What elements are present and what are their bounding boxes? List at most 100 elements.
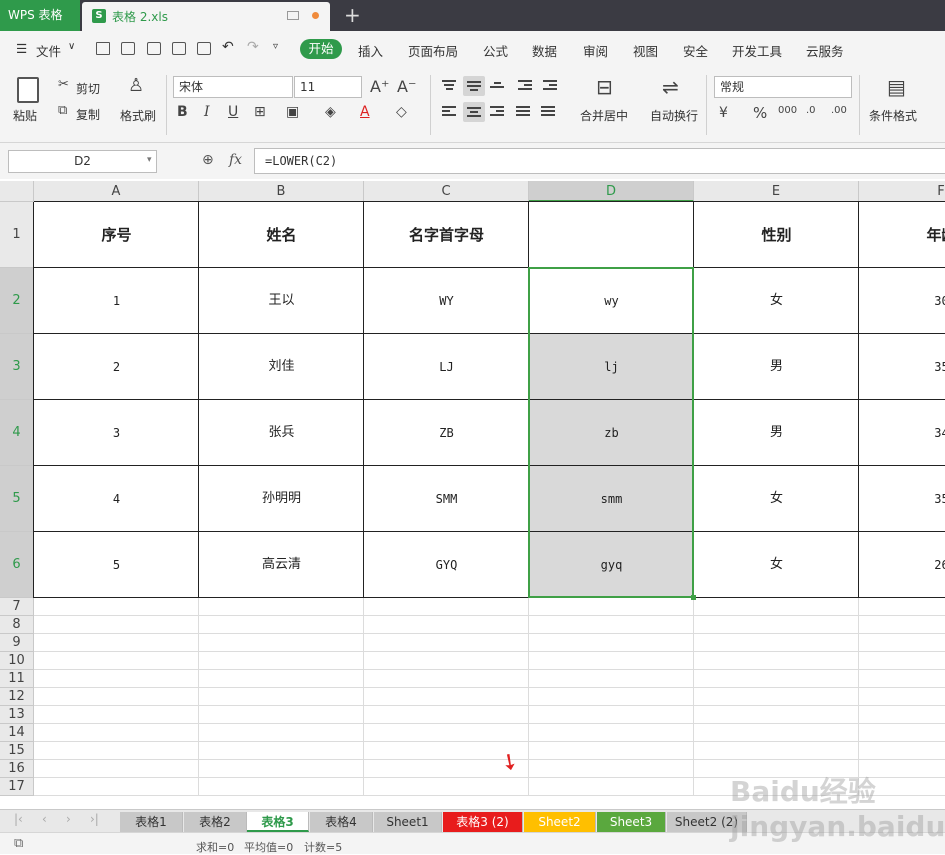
- sheet-tab[interactable]: 表格2: [184, 812, 247, 832]
- spreadsheet-grid[interactable]: A B C D E F 1 2 3 4 5 6 7 8 9 10 11 12 13 14 15 16 17 序号 姓名 名字首字母…: [0, 181, 945, 809]
- name-box[interactable]: D2: [8, 150, 157, 173]
- font-name-select[interactable]: 宋体: [173, 76, 293, 98]
- number-format-select[interactable]: 常规: [714, 76, 852, 98]
- percent-icon[interactable]: %: [753, 104, 767, 122]
- cell-f2[interactable]: 30: [859, 268, 945, 334]
- sheet-tab[interactable]: 表格3: [247, 812, 309, 832]
- conditional-format-button[interactable]: 条件格式: [869, 107, 917, 124]
- cell-b4[interactable]: 张兵: [199, 400, 364, 466]
- distribute-icon[interactable]: [541, 106, 555, 118]
- column-header-d[interactable]: D: [529, 181, 694, 202]
- row-header-14[interactable]: 14: [0, 724, 34, 742]
- header-cell-c[interactable]: 名字首字母: [364, 202, 529, 268]
- cell-c3[interactable]: LJ: [364, 334, 529, 400]
- row-header-17[interactable]: 17: [0, 778, 34, 796]
- tab-formula[interactable]: 公式: [483, 41, 508, 60]
- header-cell-e[interactable]: 性别: [694, 202, 859, 268]
- justify-icon[interactable]: [516, 106, 530, 118]
- cell-e2[interactable]: 女: [694, 268, 859, 334]
- cell-b5[interactable]: 孙明明: [199, 466, 364, 532]
- tab-review[interactable]: 审阅: [583, 41, 608, 60]
- print-icon[interactable]: [172, 42, 186, 55]
- thousands-icon[interactable]: 000: [778, 105, 797, 116]
- cell-a6[interactable]: 5: [34, 532, 199, 598]
- save-icon[interactable]: [121, 42, 135, 55]
- open-folder-icon[interactable]: [96, 42, 110, 55]
- tab-insert[interactable]: 插入: [358, 41, 383, 60]
- row-header-10[interactable]: 10: [0, 652, 34, 670]
- tab-page-layout[interactable]: 页面布局: [408, 41, 458, 60]
- print-preview-icon[interactable]: [197, 42, 211, 55]
- fx-icon[interactable]: fx: [229, 152, 242, 168]
- customize-chevron-icon[interactable]: ▿: [273, 41, 278, 52]
- row-header-4[interactable]: 4: [0, 400, 34, 466]
- formula-input[interactable]: =LOWER(C2): [254, 148, 945, 174]
- chevron-down-icon[interactable]: ∨: [68, 41, 75, 52]
- sheet-tab[interactable]: Sheet3: [597, 812, 666, 832]
- currency-icon[interactable]: ¥: [719, 105, 728, 121]
- scissors-icon[interactable]: ✂: [58, 77, 69, 92]
- undo-icon[interactable]: ↶: [222, 39, 234, 55]
- bucket-icon[interactable]: ◈: [325, 104, 336, 120]
- column-header-e[interactable]: E: [694, 181, 859, 202]
- column-header-b[interactable]: B: [199, 181, 364, 202]
- row-header-13[interactable]: 13: [0, 706, 34, 724]
- pdf-icon[interactable]: [147, 42, 161, 55]
- cell-e6[interactable]: 女: [694, 532, 859, 598]
- status-settings-icon[interactable]: ⧉: [14, 836, 23, 851]
- copy-button[interactable]: 复制: [76, 106, 100, 123]
- bold-icon[interactable]: B: [177, 104, 188, 120]
- cell-a5[interactable]: 4: [34, 466, 199, 532]
- align-center-icon[interactable]: [463, 102, 485, 122]
- font-size-select[interactable]: 11: [294, 76, 362, 98]
- select-all-corner[interactable]: [0, 181, 34, 202]
- last-sheet-icon[interactable]: ›|: [90, 812, 99, 826]
- sheet-tab[interactable]: Sheet1: [374, 812, 442, 832]
- document-tab[interactable]: S 表格 2.xls: [82, 2, 330, 31]
- sheet-tab[interactable]: Sheet2: [524, 812, 596, 832]
- header-cell-a[interactable]: 序号: [34, 202, 199, 268]
- cell-c5[interactable]: SMM: [364, 466, 529, 532]
- align-top-icon[interactable]: [442, 80, 456, 92]
- row-header-1[interactable]: 1: [0, 202, 34, 268]
- tab-data[interactable]: 数据: [532, 41, 557, 60]
- cell-e3[interactable]: 男: [694, 334, 859, 400]
- sheet-tab[interactable]: 表格3 (2): [443, 812, 523, 832]
- row-header-3[interactable]: 3: [0, 334, 34, 400]
- cell-f5[interactable]: 35: [859, 466, 945, 532]
- align-right-icon[interactable]: [490, 106, 504, 118]
- format-painter-button[interactable]: 格式刷: [120, 107, 156, 124]
- cell-c4[interactable]: ZB: [364, 400, 529, 466]
- cell-c6[interactable]: GYQ: [364, 532, 529, 598]
- paste-icon[interactable]: [17, 77, 39, 103]
- header-cell-f[interactable]: 年龄: [859, 202, 945, 268]
- monitor-icon[interactable]: [287, 11, 299, 20]
- align-left-icon[interactable]: [442, 106, 456, 118]
- tab-cloud[interactable]: 云服务: [806, 41, 844, 60]
- eraser-icon[interactable]: ◇: [396, 104, 407, 120]
- hamburger-icon[interactable]: ☰: [16, 41, 27, 56]
- decrease-decimal-icon[interactable]: .00: [831, 105, 847, 116]
- column-header-f[interactable]: F: [859, 181, 945, 202]
- cell-f4[interactable]: 34: [859, 400, 945, 466]
- next-sheet-icon[interactable]: ›: [66, 812, 71, 826]
- row-header-11[interactable]: 11: [0, 670, 34, 688]
- cell-f3[interactable]: 35: [859, 334, 945, 400]
- font-color-icon[interactable]: A: [360, 104, 370, 120]
- align-middle-icon[interactable]: [463, 76, 485, 96]
- row-header-12[interactable]: 12: [0, 688, 34, 706]
- tab-developer[interactable]: 开发工具: [732, 41, 782, 60]
- decrease-indent-icon[interactable]: [518, 80, 532, 92]
- row-header-16[interactable]: 16: [0, 760, 34, 778]
- cell-a4[interactable]: 3: [34, 400, 199, 466]
- row-header-5[interactable]: 5: [0, 466, 34, 532]
- fill-color-icon[interactable]: ▣: [286, 104, 299, 120]
- app-tab[interactable]: WPS 表格: [0, 0, 80, 31]
- row-header-7[interactable]: 7: [0, 598, 34, 616]
- new-tab-button[interactable]: +: [344, 3, 361, 27]
- row-header-2[interactable]: 2: [0, 268, 34, 334]
- merge-center-button[interactable]: 合并居中: [580, 107, 628, 124]
- conditional-format-icon[interactable]: ▤: [887, 75, 906, 99]
- cell-e4[interactable]: 男: [694, 400, 859, 466]
- header-cell-b[interactable]: 姓名: [199, 202, 364, 268]
